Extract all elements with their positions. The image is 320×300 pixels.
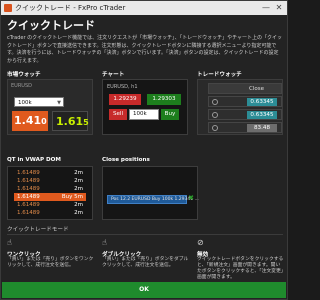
tw-row: 0.63345 xyxy=(208,96,282,107)
mw-volume-value: 100k xyxy=(18,100,32,106)
tw-close-header: Close xyxy=(249,86,264,92)
mw-sell-price: 1.410 xyxy=(14,114,47,127)
double-click-icon: ☝ xyxy=(102,238,107,247)
market-watch-label: 市場ウォッチ xyxy=(7,72,41,78)
chart-bid-price: 1.29239 xyxy=(109,94,141,105)
divider xyxy=(7,234,283,235)
mode-double-click[interactable]: ☝ ダブルクリック 「買い」または「売り」ボタンをダブルクリックして、成行注文を… xyxy=(102,239,190,279)
dom-row: 1.61489 2m xyxy=(17,202,83,208)
mw-volume-dropdown[interactable]: 100k ▼ xyxy=(14,97,64,107)
chart-sell-button[interactable]: Sell xyxy=(109,109,127,120)
close-positions-label: Close positions xyxy=(102,157,150,163)
trade-watch-label: トレードウォッチ xyxy=(197,72,242,78)
mw-symbol-name: EURUSD xyxy=(11,83,32,89)
window-title: クイックトレード - FxPro cTrader xyxy=(15,4,126,12)
dom-row-highlighted[interactable]: 1.61489 Buy 5m xyxy=(14,193,86,201)
tw-row: 0.63345 xyxy=(208,109,282,120)
tw-row: 83.48 xyxy=(208,122,282,133)
trade-watch-widget: Close 0.63345 0.63345 83.48 xyxy=(197,79,283,135)
disabled-icon: ⊘ xyxy=(197,238,204,247)
mw-buy-price: 1.615 xyxy=(56,115,89,128)
position-row-text: Pos 12.2 EURUSD Buy 100k 1.29341 ... xyxy=(111,197,199,202)
mode-description: 「買い」または「売り」ボタンをダブルクリックして、成行注文を送信。 xyxy=(102,257,189,268)
chart-symbol: EURUSD, h1 xyxy=(107,84,138,90)
dom-row: 1.61489 2m xyxy=(17,186,83,192)
chevron-down-icon: ▼ xyxy=(57,100,61,106)
chart-volume-dropdown[interactable]: 100k xyxy=(129,109,159,120)
mode-one-click[interactable]: ☝ ワンクリック 「買い」または「売り」ボタンをワンクリックして、成行注文を送信… xyxy=(7,239,95,279)
tw-close-button[interactable]: 83.48 xyxy=(247,124,277,132)
radio-icon[interactable] xyxy=(212,125,218,131)
chart-buy-button[interactable]: Buy xyxy=(161,109,179,120)
market-watch-widget: EURUSD 100k ▼ 1.410 1.615 xyxy=(7,79,93,135)
mode-disabled[interactable]: ⊘ 無効 クイックトレードボタンをクリックすると、「新規注文」画面が開きます。開… xyxy=(197,238,285,281)
radio-icon[interactable] xyxy=(212,99,218,105)
title-bar: クイックトレード - FxPro cTrader — ✕ xyxy=(1,1,287,15)
close-position-icon[interactable]: ✖ xyxy=(187,194,195,203)
mode-description: クイックトレードボタンをクリックすると、「新規注文」画面が開きます。開いたボタン… xyxy=(197,257,284,280)
dom-row: 1.61489 2m xyxy=(17,170,83,176)
mw-sell-button[interactable]: 1.410 xyxy=(12,111,48,131)
position-row[interactable]: Pos 12.2 EURUSD Buy 100k 1.29341 ... xyxy=(107,195,199,204)
ok-button[interactable]: OK xyxy=(2,282,286,298)
page-description: cTrader のクイックトレード機能では、注文リクエストが「市場ウォッチ」、「… xyxy=(7,35,283,64)
tw-header: Close xyxy=(208,83,282,94)
tw-close-button[interactable]: 0.63345 xyxy=(247,111,277,119)
dom-label: QT in VWAP DOM xyxy=(7,157,61,163)
dom-row: 1.61489 2m xyxy=(17,210,83,216)
chart-label: チャート xyxy=(102,72,125,78)
mode-section-label: クイックトレードモード xyxy=(7,227,69,233)
single-click-icon: ☝ xyxy=(7,238,12,247)
quick-trade-window: クイックトレード - FxPro cTrader — ✕ クイックトレード cT… xyxy=(0,0,288,300)
dom-row: 1.61489 2m xyxy=(17,178,83,184)
chart-widget: EURUSD, h1 1.29239 1.29303 Sell 100k Buy xyxy=(102,79,188,135)
chart-price-row: 1.29239 1.29303 xyxy=(109,94,181,105)
ctrader-app-icon xyxy=(4,4,12,12)
close-positions-widget: Pos 12.2 EURUSD Buy 100k 1.29341 ... ✖ xyxy=(102,166,199,220)
chart-trade-row: Sell 100k Buy xyxy=(109,109,181,120)
page-title: クイックトレード xyxy=(7,19,95,32)
minimize-button[interactable]: — xyxy=(261,3,271,13)
close-button[interactable]: ✕ xyxy=(274,3,284,13)
tw-close-button[interactable]: 0.63345 xyxy=(247,98,277,106)
mw-buy-button[interactable]: 1.615 xyxy=(52,111,89,131)
chart-ask-price: 1.29303 xyxy=(147,94,181,105)
mode-description: 「買い」または「売り」ボタンをワンクリックして、成行注文を送信。 xyxy=(7,257,94,268)
dom-widget: 1.61489 2m 1.61489 2m 1.61489 2m 1.61489 Buy… xyxy=(7,166,93,220)
radio-icon[interactable] xyxy=(212,112,218,118)
